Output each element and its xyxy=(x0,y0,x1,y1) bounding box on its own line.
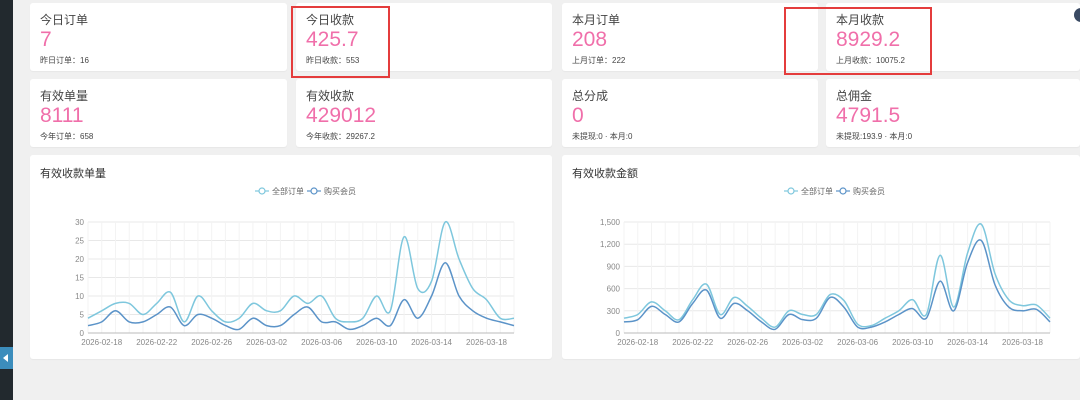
y-tick-label: 900 xyxy=(607,262,621,271)
chart-card-valid-order-count: 有效收款单量 0 5 10 15 20 25 30 2026-02-18 2026-02-22 2… xyxy=(30,155,552,359)
y-tick-label: 10 xyxy=(75,292,84,301)
x-tick-label: 2026-02-18 xyxy=(617,338,658,347)
chart-valid-revenue-amount: 0 300 600 900 1,200 1,500 2026-02-18 2026-02-22… xyxy=(600,186,1051,347)
y-tick-label: 1,200 xyxy=(600,240,621,249)
stat-label: 有效单量 xyxy=(40,89,89,103)
x-tick-label: 2026-03-18 xyxy=(1002,338,1043,347)
stat-value: 8111 xyxy=(40,104,84,127)
highlight-box-month-revenue xyxy=(784,7,932,75)
stat-label: 总分成 xyxy=(572,89,609,103)
stat-label: 有效收款 xyxy=(306,89,355,103)
stat-value: 7 xyxy=(40,28,52,51)
stat-sub: 今年收款：29267.2 xyxy=(306,132,375,141)
stat-label: 今日订单 xyxy=(40,13,89,27)
x-tick-label: 2026-03-06 xyxy=(301,338,342,347)
x-tick-label: 2026-02-26 xyxy=(191,338,232,347)
y-tick-label: 20 xyxy=(75,255,84,264)
series-line-1 xyxy=(623,239,1051,331)
stat-label: 本月订单 xyxy=(572,13,621,27)
x-tick-label: 2026-02-26 xyxy=(727,338,768,347)
highlight-box-today-revenue xyxy=(291,6,390,78)
legend-label: 购买会员 xyxy=(324,186,356,196)
y-tick-label: 600 xyxy=(607,285,621,294)
chart-valid-order-count: 0 5 10 15 20 25 30 2026-02-18 2026-02-22 2026-02-… xyxy=(75,186,515,347)
x-tick-label: 2026-03-02 xyxy=(246,338,287,347)
stat-sub: 今年订单：658 xyxy=(40,132,94,141)
sidebar-collapse-toggle[interactable] xyxy=(0,347,13,369)
stat-value: 4791.5 xyxy=(836,104,901,127)
y-tick-label: 15 xyxy=(75,274,84,283)
x-tick-label: 2026-02-22 xyxy=(136,338,177,347)
legend-marker-icon xyxy=(258,187,266,195)
y-tick-label: 300 xyxy=(607,307,621,316)
sidebar-strip xyxy=(0,0,13,400)
y-tick-label: 1,500 xyxy=(600,218,621,227)
stat-sub: 未提现:0 · 本月:0 xyxy=(572,132,633,141)
legend-label: 购买会员 xyxy=(853,186,885,196)
legend-label: 全部订单 xyxy=(272,186,304,196)
stat-value: 208 xyxy=(572,28,608,51)
stat-sub: 昨日订单：16 xyxy=(40,56,89,65)
stat-card-today-orders: 今日订单 7 昨日订单：16 xyxy=(30,3,287,71)
legend-marker-icon xyxy=(839,187,847,195)
x-tick-label: 2026-02-18 xyxy=(81,338,122,347)
stat-value: 429012 xyxy=(306,104,377,127)
stat-sub: 上月订单：222 xyxy=(572,56,626,65)
x-tick-label: 2026-03-10 xyxy=(356,338,397,347)
legend-label: 全部订单 xyxy=(801,186,833,196)
y-tick-label: 0 xyxy=(80,329,85,338)
stat-label: 总佣金 xyxy=(836,89,873,103)
stat-sub: 未提现:193.9 · 本月:0 xyxy=(836,132,913,141)
chart-card-valid-revenue-amount: 有效收款金额 0 300 600 900 1,200 1,500 2026-02-18 202… xyxy=(562,155,1080,359)
legend-marker-icon xyxy=(787,187,795,195)
stat-card-valid-revenue: 有效收款 429012 今年收款：29267.2 xyxy=(296,79,552,147)
x-tick-label: 2026-03-14 xyxy=(947,338,988,347)
stat-value: 0 xyxy=(572,104,584,127)
x-tick-label: 2026-03-10 xyxy=(892,338,933,347)
x-tick-label: 2026-02-22 xyxy=(672,338,713,347)
legend-marker-icon xyxy=(310,187,318,195)
y-tick-label: 5 xyxy=(80,311,85,320)
x-tick-label: 2026-03-14 xyxy=(411,338,452,347)
stat-card-total-share: 总分成 0 未提现:0 · 本月:0 xyxy=(562,79,818,147)
stat-card-total-commission: 总佣金 4791.5 未提现:193.9 · 本月:0 xyxy=(826,79,1080,147)
stat-card-month-orders: 本月订单 208 上月订单：222 xyxy=(562,3,818,71)
x-tick-label: 2026-03-06 xyxy=(837,338,878,347)
stat-card-valid-orders: 有效单量 8111 今年订单：658 xyxy=(30,79,287,147)
x-tick-label: 2026-03-18 xyxy=(466,338,507,347)
y-tick-label: 25 xyxy=(75,237,84,246)
x-tick-label: 2026-03-02 xyxy=(782,338,823,347)
y-tick-label: 30 xyxy=(75,218,84,227)
y-tick-label: 0 xyxy=(616,329,621,338)
